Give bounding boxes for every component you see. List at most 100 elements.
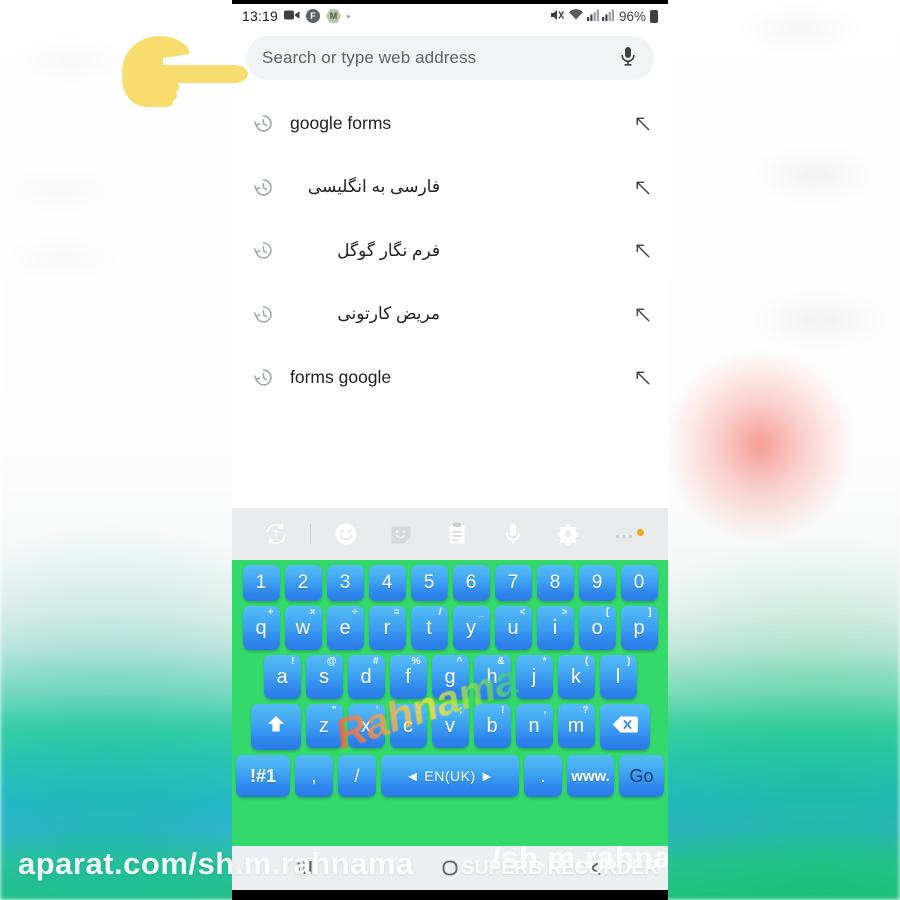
key-b-alt: ! xyxy=(501,705,505,716)
key-t-label: t xyxy=(426,616,432,639)
go-key[interactable]: Go xyxy=(619,755,664,797)
background-haze-left xyxy=(0,30,232,290)
key-i[interactable]: > i xyxy=(536,606,574,650)
list-item[interactable]: forms google xyxy=(232,346,668,410)
clipboard-icon[interactable] xyxy=(429,521,485,547)
svg-text:T: T xyxy=(272,529,279,541)
key-p[interactable]: ] p xyxy=(620,606,658,650)
key-e-label: e xyxy=(339,616,351,639)
key-j-label: j xyxy=(531,665,537,688)
comma-key[interactable]: , xyxy=(295,755,333,797)
www-key[interactable]: www. xyxy=(567,755,614,797)
symbols-key[interactable]: !#1 xyxy=(236,755,290,797)
key-z[interactable]: " z xyxy=(305,704,343,748)
notification-dot xyxy=(637,529,645,536)
key-6[interactable]: 6 xyxy=(452,565,490,601)
key-r[interactable]: = r xyxy=(368,606,406,650)
key-3[interactable]: 3 xyxy=(326,565,364,601)
key-t[interactable]: / t xyxy=(410,606,448,650)
key-g-label: g xyxy=(444,665,456,688)
key-l[interactable]: ) l xyxy=(599,655,637,699)
search-input[interactable]: Search or type web address xyxy=(262,48,618,68)
sticker-icon[interactable] xyxy=(373,521,429,547)
key-a[interactable]: ! a xyxy=(263,655,301,699)
suggestion-label[interactable]: فرم نگار گوگل xyxy=(278,241,630,261)
slash-key[interactable]: / xyxy=(338,755,376,797)
translate-icon[interactable]: T xyxy=(248,521,304,547)
key-g[interactable]: ^ g xyxy=(431,655,469,699)
key-k[interactable]: (k xyxy=(557,655,595,699)
f-badge-icon: F xyxy=(306,9,321,23)
key-f[interactable]: % f xyxy=(389,655,427,699)
key-b[interactable]: ! b xyxy=(473,704,511,748)
arrow-up-left-icon[interactable] xyxy=(630,305,654,324)
key-c[interactable]: :c xyxy=(389,704,427,748)
background-haze-right xyxy=(640,0,900,620)
keyboard-key-rows: 1 2 3 4 5 6 7 8 9 0 + q × w ÷ e = r / t _ y < u… xyxy=(232,560,668,806)
backspace-key[interactable] xyxy=(599,704,650,750)
suggestion-label[interactable]: google forms xyxy=(278,113,630,134)
key-e[interactable]: ÷ e xyxy=(326,606,364,650)
arrow-up-left-icon[interactable] xyxy=(630,368,654,387)
home-icon[interactable] xyxy=(420,857,480,879)
key-z-alt: " xyxy=(331,705,337,716)
list-item[interactable]: google forms xyxy=(232,92,668,156)
toolbar-divider xyxy=(304,524,318,544)
key-2[interactable]: 2 xyxy=(284,565,322,601)
microphone-icon[interactable] xyxy=(485,521,541,547)
key-w-alt: × xyxy=(309,607,316,618)
key-h[interactable]: & h xyxy=(473,655,511,699)
key-u[interactable]: < u xyxy=(494,606,532,650)
key-n[interactable]: ,n xyxy=(515,704,553,748)
key-q[interactable]: + q xyxy=(242,606,280,650)
suggestion-label[interactable]: مریض کارتونی xyxy=(278,304,630,324)
key-l-label: l xyxy=(615,665,621,688)
key-8[interactable]: 8 xyxy=(536,565,574,601)
phone-top-bezel xyxy=(232,0,668,4)
key-7[interactable]: 7 xyxy=(494,565,532,601)
list-item[interactable]: فرم نگار گوگل xyxy=(232,219,668,283)
microphone-icon[interactable] xyxy=(618,44,638,73)
shift-key[interactable] xyxy=(250,704,301,750)
key-9[interactable]: 9 xyxy=(578,565,616,601)
key-1[interactable]: 1 xyxy=(242,565,280,601)
settings-gear-icon[interactable] xyxy=(541,521,597,547)
more-options-icon[interactable] xyxy=(596,521,652,547)
key-x[interactable]: ' x xyxy=(347,704,385,748)
key-0[interactable]: 0 xyxy=(620,565,658,601)
key-5[interactable]: 5 xyxy=(410,565,448,601)
key-w[interactable]: × w xyxy=(284,606,322,650)
on-screen-keyboard: T 1 2 3 4 5 6 7 8 9 0 + q × w ÷ e = r / … xyxy=(232,508,668,846)
back-icon[interactable] xyxy=(565,857,625,879)
recents-icon[interactable] xyxy=(275,858,335,878)
arrow-up-left-icon[interactable] xyxy=(630,114,654,133)
key-e-alt: ÷ xyxy=(352,607,358,618)
video-recorder-icon xyxy=(284,9,300,24)
key-d[interactable]: # d xyxy=(347,655,385,699)
suggestion-label[interactable]: فارسی به انگلیسی xyxy=(278,177,630,197)
list-item[interactable]: فارسی به انگلیسی xyxy=(232,156,668,220)
key-v-label: v xyxy=(445,714,455,737)
key-v[interactable]: ; v xyxy=(431,704,469,748)
key-n-alt: , xyxy=(543,705,547,716)
arrow-up-left-icon[interactable] xyxy=(630,241,654,260)
key-m-alt: ? xyxy=(582,705,589,716)
period-key[interactable]: . xyxy=(524,755,562,797)
emoji-icon[interactable] xyxy=(318,521,374,547)
key-x-label: x xyxy=(361,714,371,737)
key-o-label: o xyxy=(591,616,603,639)
list-item[interactable]: مریض کارتونی xyxy=(232,283,668,347)
key-j[interactable]: * j xyxy=(515,655,553,699)
battery-percent: 96% xyxy=(618,8,646,24)
key-o[interactable]: [o xyxy=(578,606,616,650)
search-bar[interactable]: Search or type web address xyxy=(246,36,654,80)
key-4[interactable]: 4 xyxy=(368,565,406,601)
suggestion-label[interactable]: forms google xyxy=(278,367,630,388)
backspace-icon xyxy=(612,715,638,740)
key-r-label: r xyxy=(383,616,391,639)
space-key[interactable]: ◄ EN(UK) ► xyxy=(381,755,519,797)
key-y[interactable]: _ y xyxy=(452,606,490,650)
key-m[interactable]: ? m xyxy=(557,704,595,748)
key-s[interactable]: @ s xyxy=(305,655,343,699)
arrow-up-left-icon[interactable] xyxy=(630,178,654,197)
